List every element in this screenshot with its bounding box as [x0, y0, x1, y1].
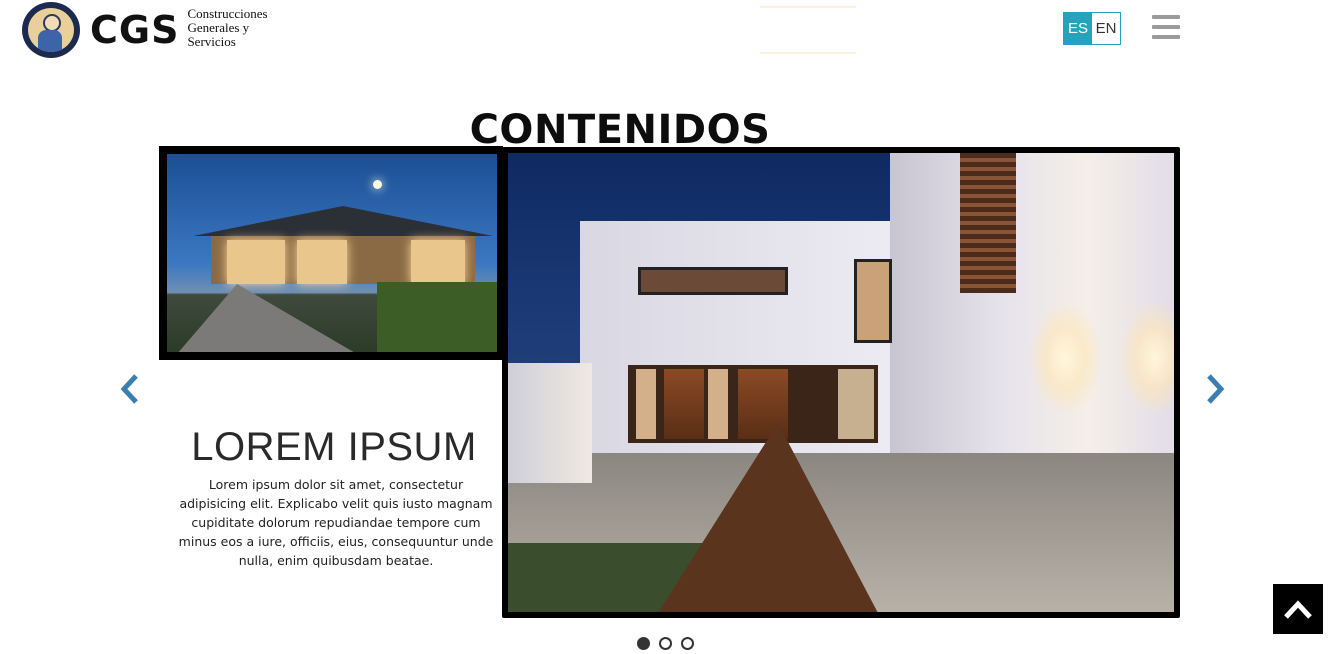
chevron-up-icon [1284, 600, 1312, 619]
language-es-button[interactable]: ES [1064, 13, 1092, 44]
slide-description: Lorem ipsum dolor sit amet, consectetur … [178, 476, 494, 568]
faint-decoration [760, 6, 856, 54]
slide-thumbnail-image [159, 146, 503, 360]
language-en-button[interactable]: EN [1092, 13, 1120, 44]
carousel-pagination [637, 637, 703, 650]
slide-main-image [502, 147, 1180, 618]
logo-emblem-icon [22, 2, 80, 58]
carousel-dot-1[interactable] [637, 637, 650, 650]
brand-tagline: Construcciones Generales y Servicios [187, 6, 268, 49]
carousel-dot-2[interactable] [659, 637, 672, 650]
back-to-top-button[interactable] [1273, 584, 1323, 634]
site-logo[interactable]: CGS Construcciones Generales y Servicios [22, 2, 287, 58]
chevron-right-icon[interactable] [1203, 372, 1227, 406]
hamburger-icon[interactable] [1152, 15, 1180, 41]
brand-name: CGS [90, 8, 180, 52]
chevron-left-icon[interactable] [118, 372, 142, 406]
carousel-dot-3[interactable] [681, 637, 694, 650]
slide-heading: LOREM IPSUM [191, 425, 477, 470]
language-switcher: ES EN [1063, 12, 1121, 45]
